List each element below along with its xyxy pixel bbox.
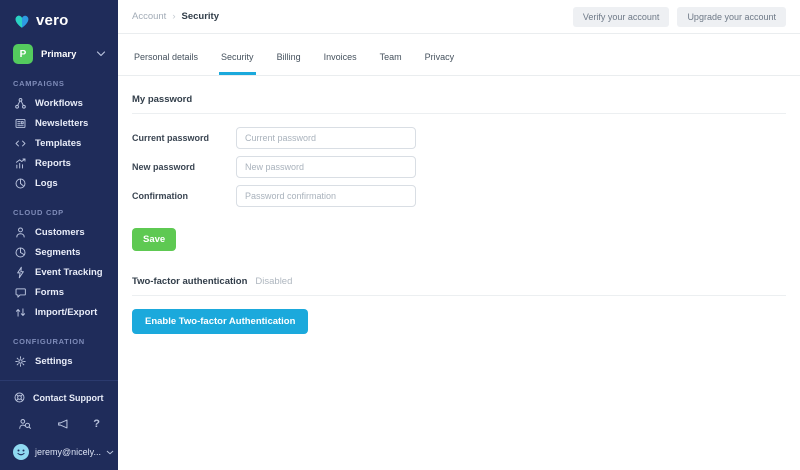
save-button[interactable]: Save [132,228,177,251]
event-tracking-icon [13,266,28,279]
sidebar-section-configuration: CONFIGURATION Settings [0,337,118,371]
breadcrumb-separator: › [172,11,176,22]
breadcrumb-account[interactable]: Account [132,11,166,22]
sidebar-section-campaigns: CAMPAIGNS Workflows Newsletters Template… [0,79,118,193]
settings-icon [13,355,28,368]
user-avatar [13,444,29,460]
sidebar-item-settings[interactable]: Settings [0,351,118,371]
workspace-name: Primary [41,48,77,60]
tab-privacy[interactable]: Privacy [423,43,457,75]
sidebar-section-cloud-cdp: CLOUD CDP Customers Segments Event Track… [0,208,118,322]
form-row-current-password: Current password [132,127,786,149]
form-row-new-password: New password [132,156,786,178]
sidebar-item-import-export[interactable]: Import/Export [0,302,118,322]
contact-support-button[interactable]: Contact Support [13,391,105,404]
life-ring-icon [13,391,26,404]
sidebar-item-label: Logs [35,177,58,189]
vero-heart-icon [13,13,31,29]
tab-billing[interactable]: Billing [275,43,303,75]
chevron-down-icon [96,50,106,58]
reports-icon [13,157,28,170]
sidebar-item-label: Newsletters [35,117,89,129]
two-factor-section: Two-factor authentication Disabled Enabl… [132,276,786,334]
vero-logo[interactable]: vero [0,0,118,29]
tab-personal-details[interactable]: Personal details [132,43,200,75]
sidebar-item-customers[interactable]: Customers [0,222,118,242]
sidebar-item-label: Forms [35,286,65,298]
templates-icon [13,137,28,150]
breadcrumb: Account › Security [132,11,219,22]
main-area: Account › Security Verify your account U… [118,0,800,470]
current-password-input[interactable] [236,127,416,149]
sidebar-item-label: Workflows [35,97,83,109]
divider [132,113,786,114]
forms-icon [13,286,28,299]
logo-text: vero [36,12,69,29]
footer-icons-row: ? [13,417,105,431]
sidebar-footer: Contact Support ? jeremy@nicely... [0,380,118,470]
workflows-icon [13,97,28,110]
import-export-icon [13,306,28,319]
my-password-title: My password [132,94,193,105]
sidebar-item-label: Import/Export [35,306,98,318]
chevron-down-icon [106,449,114,456]
form-row-confirmation: Confirmation [132,185,786,207]
new-password-input[interactable] [236,156,416,178]
two-factor-status-badge: Disabled [255,276,293,287]
divider [132,295,786,296]
security-content: My password Current password New passwor… [118,76,800,334]
newsletters-icon [13,117,28,130]
topbar-actions: Verify your account Upgrade your account [572,6,786,27]
two-factor-title: Two-factor authentication [132,276,248,287]
sidebar-item-newsletters[interactable]: Newsletters [0,113,118,133]
announcements-icon[interactable] [56,417,70,431]
tab-security[interactable]: Security [219,43,256,75]
vero-app: vero P Primary CAMPAIGNS Workflows Newsl… [0,0,800,470]
tab-team[interactable]: Team [378,43,404,75]
confirmation-input[interactable] [236,185,416,207]
user-email: jeremy@nicely... [35,447,101,457]
sidebar-item-segments[interactable]: Segments [0,242,118,262]
workspace-avatar: P [13,44,33,64]
section-label: CLOUD CDP [13,208,64,217]
section-label: CONFIGURATION [13,337,85,346]
topbar: Account › Security Verify your account U… [118,0,800,34]
contact-support-label: Contact Support [33,392,104,403]
sidebar-item-label: Settings [35,355,73,367]
upgrade-account-button[interactable]: Upgrade your account [677,6,786,27]
account-tabs: Personal details Security Billing Invoic… [118,43,800,76]
sidebar-item-label: Customers [35,226,85,238]
help-icon[interactable]: ? [93,418,100,430]
current-password-label: Current password [132,133,210,143]
sidebar-item-label: Event Tracking [35,266,103,278]
sidebar-item-workflows[interactable]: Workflows [0,93,118,113]
breadcrumb-security: Security [181,11,220,22]
customers-icon [13,226,28,239]
tab-invoices[interactable]: Invoices [322,43,359,75]
new-password-label: New password [132,162,196,172]
sidebar-item-label: Reports [35,157,71,169]
enable-two-factor-button[interactable]: Enable Two-factor Authentication [132,309,309,334]
sidebar-item-logs[interactable]: Logs [0,173,118,193]
logs-icon [13,177,28,190]
workspace-selector[interactable]: P Primary [13,44,106,64]
sidebar-item-label: Segments [35,246,81,258]
sidebar-item-templates[interactable]: Templates [0,133,118,153]
sidebar: vero P Primary CAMPAIGNS Workflows Newsl… [0,0,118,470]
user-search-icon[interactable] [18,417,32,431]
section-label: CAMPAIGNS [13,79,65,88]
segments-icon [13,246,28,259]
user-menu[interactable]: jeremy@nicely... [13,444,114,460]
sidebar-item-reports[interactable]: Reports [0,153,118,173]
confirmation-label: Confirmation [132,191,188,201]
sidebar-item-event-tracking[interactable]: Event Tracking [0,262,118,282]
sidebar-item-forms[interactable]: Forms [0,282,118,302]
two-factor-header: Two-factor authentication Disabled [132,276,786,287]
verify-account-button[interactable]: Verify your account [572,6,670,27]
sidebar-item-label: Templates [35,137,82,149]
